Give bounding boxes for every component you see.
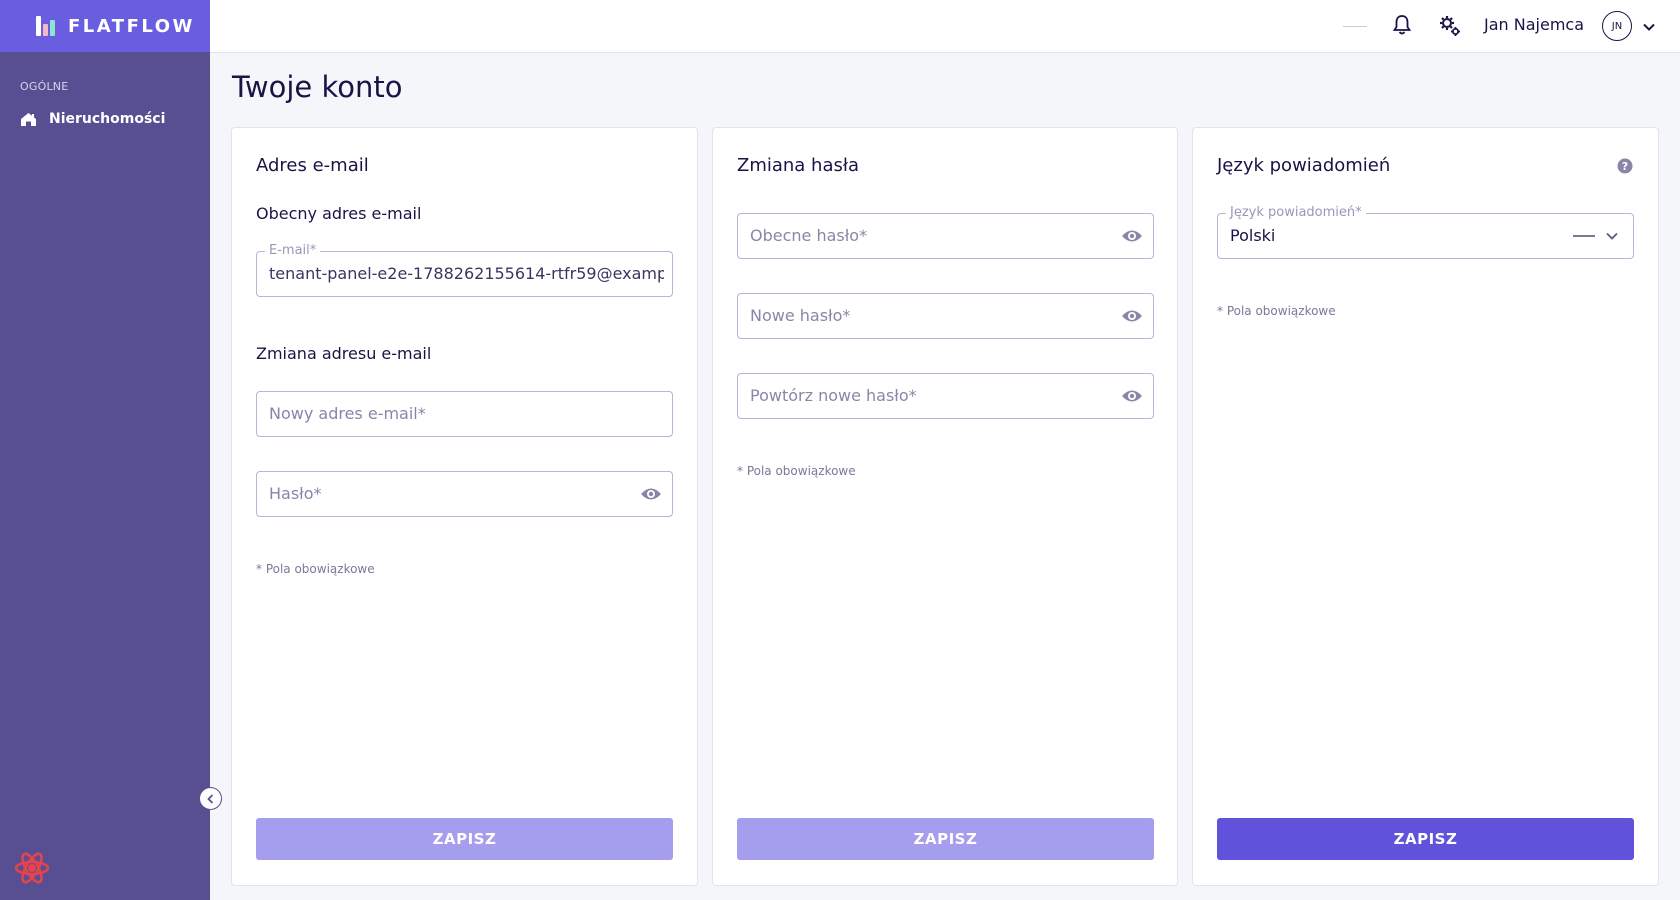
language-card: Język powiadomień ? Język powiadomień* P… — [1192, 127, 1659, 886]
home-icon — [21, 112, 36, 126]
repeat-password-placeholder: Powtórz nowe hasło* — [750, 386, 917, 405]
email-card: Adres e-mail Obecny adres e-mail E-mail*… — [231, 127, 698, 886]
password-card-title: Zmiana hasła — [737, 155, 860, 176]
password-card: Zmiana hasła Obecne hasło* Nowe hasło* P… — [712, 127, 1178, 886]
language-card-title: Język powiadomień — [1217, 155, 1391, 176]
help-icon[interactable]: ? — [1617, 158, 1633, 174]
eye-icon[interactable] — [1121, 227, 1143, 245]
user-name[interactable]: Jan Najemca — [1484, 15, 1584, 34]
svg-text:?: ? — [1622, 160, 1628, 173]
required-note: * Pola obowiązkowe — [737, 464, 856, 478]
sidebar-item-properties[interactable]: Nieruchomości — [0, 93, 210, 127]
select-separator — [1573, 235, 1595, 237]
new-password-placeholder: Nowe hasło* — [750, 306, 851, 325]
current-password-input[interactable]: Obecne hasło* — [737, 213, 1154, 259]
language-select-label: Język powiadomień* — [1226, 205, 1366, 220]
nav-section-title: OGÓLNE — [20, 80, 69, 93]
save-language-button[interactable]: ZAPISZ — [1217, 818, 1634, 860]
collapse-sidebar-button[interactable] — [199, 787, 222, 810]
new-email-placeholder: Nowy adres e-mail* — [269, 404, 426, 423]
eye-icon[interactable] — [1121, 307, 1143, 325]
top-header: Jan Najemca JN — [210, 0, 1680, 53]
required-note: * Pola obowiązkowe — [1217, 304, 1336, 318]
notification-language-select[interactable]: Język powiadomień* Polski — [1217, 205, 1634, 259]
email-password-input[interactable]: Hasło* — [256, 471, 673, 517]
app-name: FLATFLOW — [68, 15, 195, 37]
email-password-placeholder: Hasło* — [269, 484, 322, 503]
settings-button[interactable] — [1438, 14, 1462, 42]
required-note: * Pola obowiązkowe — [256, 562, 375, 576]
eye-icon[interactable] — [1121, 387, 1143, 405]
save-password-button[interactable]: ZAPISZ — [737, 818, 1154, 860]
current-password-placeholder: Obecne hasło* — [750, 226, 868, 245]
change-email-heading: Zmiana adresu e-mail — [256, 344, 432, 363]
sidebar-item-label: Nieruchomości — [49, 111, 166, 127]
eye-icon[interactable] — [640, 485, 662, 503]
chevron-down-icon[interactable] — [1605, 229, 1619, 243]
avatar[interactable]: JN — [1602, 11, 1632, 41]
save-email-button[interactable]: ZAPISZ — [256, 818, 673, 860]
notifications-button[interactable] — [1392, 14, 1412, 40]
sidebar: FLATFLOW OGÓLNE Nieruchomości — [0, 0, 210, 900]
user-menu-toggle[interactable] — [1642, 19, 1656, 38]
chevron-down-icon — [1643, 23, 1655, 31]
flatflow-logo-icon — [36, 16, 58, 36]
current-email-label: E-mail* — [265, 243, 321, 258]
chevron-left-icon — [206, 793, 213, 804]
current-email-value: tenant-panel-e2e-1788262155614-rtfr59@ex… — [269, 264, 664, 283]
repeat-password-input[interactable]: Powtórz nowe hasło* — [737, 373, 1154, 419]
current-email-heading: Obecny adres e-mail — [256, 204, 422, 223]
language-select-value: Polski — [1230, 226, 1276, 245]
email-card-title: Adres e-mail — [256, 155, 369, 176]
page-title: Twoje konto — [232, 70, 403, 104]
new-email-input[interactable]: Nowy adres e-mail* — [256, 391, 673, 437]
header-divider — [1343, 26, 1367, 27]
settings-gears-icon — [1440, 16, 1460, 36]
bell-icon — [1392, 15, 1412, 35]
logo-bar: FLATFLOW — [0, 0, 210, 52]
current-email-field[interactable]: E-mail* tenant-panel-e2e-1788262155614-r… — [256, 243, 673, 297]
new-password-input[interactable]: Nowe hasło* — [737, 293, 1154, 339]
react-devtools-icon[interactable] — [12, 848, 52, 892]
